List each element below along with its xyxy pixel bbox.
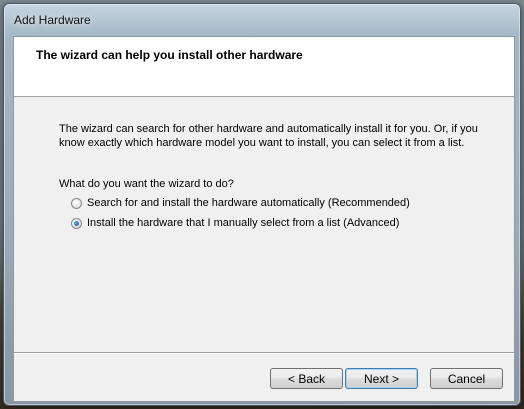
option-search-automatically[interactable]: Search for and install the hardware auto…	[71, 197, 410, 209]
cancel-button[interactable]: Cancel	[430, 368, 503, 389]
add-hardware-dialog: Add Hardware The wizard can help you ins…	[3, 3, 521, 406]
radio-button-unchecked[interactable]	[71, 197, 82, 209]
window-title: Add Hardware	[14, 13, 91, 27]
title-bar[interactable]: Add Hardware	[4, 4, 520, 36]
wizard-question: What do you want the wizard to do?	[59, 178, 234, 190]
wizard-header: The wizard can help you install other ha…	[14, 37, 514, 97]
option-label: Search for and install the hardware auto…	[87, 197, 410, 209]
next-button[interactable]: Next >	[345, 368, 418, 389]
wizard-header-title: The wizard can help you install other ha…	[36, 48, 303, 62]
option-select-manually[interactable]: Install the hardware that I manually sel…	[71, 217, 399, 229]
option-label: Install the hardware that I manually sel…	[87, 217, 400, 229]
wizard-description: The wizard can search for other hardware…	[59, 123, 478, 149]
footer-separator	[14, 352, 514, 353]
radio-button-checked[interactable]	[71, 217, 82, 229]
back-button[interactable]: < Back	[270, 368, 343, 389]
dialog-client-area: The wizard can help you install other ha…	[13, 36, 515, 402]
